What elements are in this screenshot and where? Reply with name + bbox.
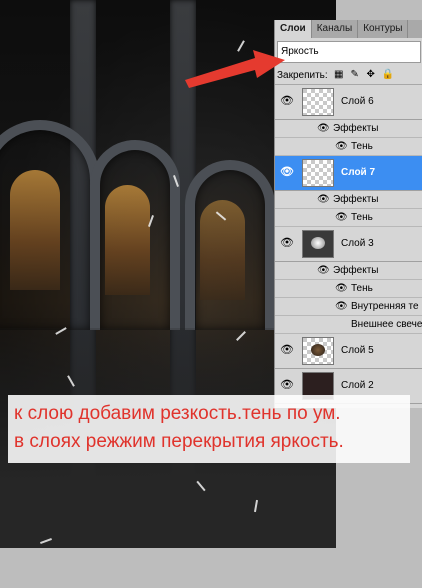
- eye-icon[interactable]: 👁: [317, 262, 330, 279]
- canvas-window: [10, 170, 60, 290]
- eye-icon[interactable]: 👁: [317, 120, 330, 137]
- effect-row[interactable]: 👁 Тень: [275, 280, 422, 298]
- caption-line-2: в слоях режжим перекрытия яркость.: [14, 431, 344, 452]
- effect-name: Тень: [351, 212, 373, 223]
- effect-name: Тень: [351, 283, 373, 294]
- layer-thumbnail: [302, 337, 334, 365]
- tab-paths[interactable]: Контуры: [358, 20, 409, 38]
- effects-label: Эффекты: [333, 123, 379, 134]
- layers-panel: Слои Каналы Контуры Яркость Закрепить: ▦…: [274, 20, 422, 408]
- layer-thumbnail: [302, 230, 334, 258]
- eye-icon[interactable]: 👁: [335, 138, 348, 155]
- canvas-window: [105, 185, 150, 295]
- eye-icon[interactable]: 👁: [317, 191, 330, 208]
- eye-icon[interactable]: 👁: [335, 280, 348, 297]
- layer-name: Слой 3: [341, 238, 374, 249]
- caption-box: к слою добавим резкость.тень по ум. в сл…: [8, 395, 410, 463]
- blend-mode-select[interactable]: Яркость: [277, 41, 421, 63]
- layer-name: Слой 6: [341, 96, 374, 107]
- tab-channels[interactable]: Каналы: [312, 20, 359, 38]
- eye-icon[interactable]: 👁: [278, 378, 296, 392]
- effects-label: Эффекты: [333, 265, 379, 276]
- effect-name: Внешнее свече: [351, 319, 422, 330]
- layer-row[interactable]: 👁 Слой 5: [275, 334, 422, 369]
- layer-thumbnail: [302, 88, 334, 116]
- lock-move-icon[interactable]: ✥: [366, 70, 376, 80]
- eye-icon[interactable]: 👁: [278, 165, 296, 179]
- layer-thumbnail: [302, 159, 334, 187]
- lock-all-icon[interactable]: 🔒: [382, 70, 394, 80]
- effect-row[interactable]: 👁 Внутренняя те: [275, 298, 422, 316]
- red-arrow-icon: [185, 50, 285, 88]
- layer-row[interactable]: 👁 Слой 6: [275, 85, 422, 120]
- layer-name: Слой 2: [341, 380, 374, 391]
- effect-name: Тень: [351, 141, 373, 152]
- layer-name: Слой 5: [341, 345, 374, 356]
- lock-paint-icon[interactable]: ✎: [350, 70, 360, 80]
- caption-line-1: к слою добавим резкость.тень по ум.: [14, 403, 341, 424]
- effect-row[interactable]: Внешнее свече: [275, 316, 422, 334]
- effects-row[interactable]: 👁 Эффекты: [275, 120, 422, 138]
- effects-row[interactable]: 👁 Эффекты: [275, 191, 422, 209]
- layer-row-selected[interactable]: 👁 Слой 7: [275, 156, 422, 191]
- panel-tabs: Слои Каналы Контуры: [275, 20, 422, 38]
- effects-row[interactable]: 👁 Эффекты: [275, 262, 422, 280]
- layer-name: Слой 7: [341, 167, 376, 178]
- eye-icon[interactable]: 👁: [335, 209, 348, 226]
- effect-row[interactable]: 👁 Тень: [275, 138, 422, 156]
- eye-icon[interactable]: 👁: [278, 236, 296, 250]
- layer-row[interactable]: 👁 Слой 3: [275, 227, 422, 262]
- lock-transparency-icon[interactable]: ▦: [334, 70, 344, 80]
- effect-name: Внутренняя те: [351, 301, 419, 312]
- eye-icon[interactable]: 👁: [278, 343, 296, 357]
- eye-icon[interactable]: 👁: [335, 298, 348, 315]
- eye-icon[interactable]: 👁: [278, 94, 296, 108]
- tab-layers[interactable]: Слои: [275, 20, 312, 38]
- lock-row: Закрепить: ▦ ✎ ✥ 🔒: [275, 66, 422, 85]
- effect-row[interactable]: 👁 Тень: [275, 209, 422, 227]
- effects-label: Эффекты: [333, 194, 379, 205]
